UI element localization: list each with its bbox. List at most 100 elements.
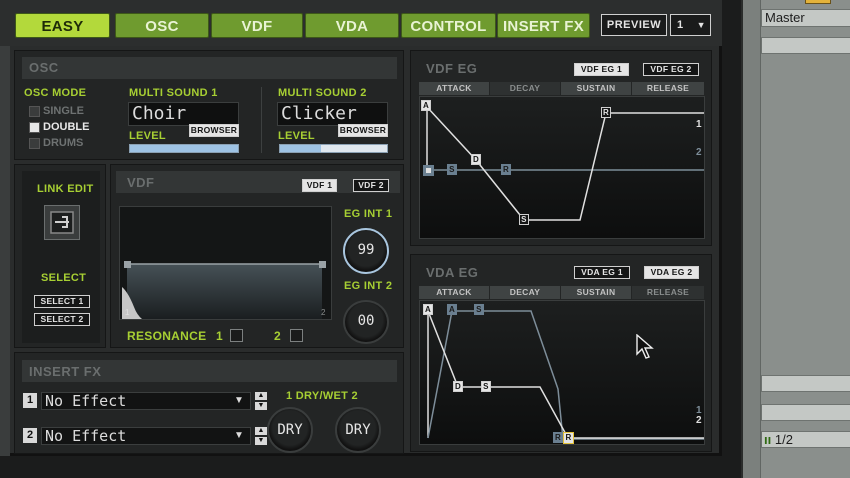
- multi-sound-2-level-fill: [280, 145, 321, 152]
- vda-eg-1-button[interactable]: VDA EG 1: [574, 266, 630, 279]
- chevron-down-icon: ▼: [234, 395, 244, 406]
- dry-wet-1-knob[interactable]: DRY: [267, 407, 313, 453]
- insert-fx-slot-1-number: 1: [23, 393, 37, 408]
- vda-eg-title: VDA EG: [426, 265, 479, 280]
- multi-sound-1-level-fill: [130, 145, 238, 152]
- insert-fx-slot-1: 1 No Effect ▼ ▲ ▼: [23, 392, 273, 410]
- vdf-eg-marker-sustain-2[interactable]: S: [447, 164, 457, 175]
- osc-mode-single-radio[interactable]: [29, 106, 40, 117]
- eg-int-1-knob[interactable]: 99: [343, 228, 389, 274]
- vdf-eg-sustain-tab[interactable]: SUSTAIN: [561, 82, 631, 95]
- host-track-strip: Master ıı 1/2: [741, 0, 850, 478]
- tab-vdf[interactable]: VDF: [211, 13, 303, 38]
- mouse-cursor-icon: [636, 334, 654, 359]
- vda-eg-marker-attack-2[interactable]: A: [447, 304, 457, 315]
- tab-easy[interactable]: EASY: [15, 13, 110, 38]
- resonance-2-label: 2: [274, 329, 281, 343]
- tab-vda[interactable]: VDA: [305, 13, 399, 38]
- insert-fx-panel: INSERT FX 1 No Effect ▼ ▲ ▼ 2 No Effect …: [14, 352, 404, 454]
- vdf-graph-label-1: 1: [125, 308, 130, 317]
- vdf-eg-graph[interactable]: A D S R S R 1 2: [419, 96, 705, 239]
- vda-eg-marker-release[interactable]: R: [563, 432, 574, 444]
- vdf-eg-marker-attack[interactable]: A: [421, 100, 431, 111]
- multi-sound-1-display[interactable]: Choir: [128, 102, 239, 126]
- vdf-1-button[interactable]: VDF 1: [302, 179, 337, 192]
- vdf-eg-1-button[interactable]: VDF EG 1: [574, 63, 629, 76]
- vdf-eg-marker-release-2[interactable]: R: [501, 164, 511, 175]
- insert-fx-slot-2-down-icon[interactable]: ▼: [255, 437, 267, 445]
- vdf-eg-marker-decay[interactable]: D: [471, 154, 481, 165]
- vdf-filter-graph[interactable]: 1 2: [119, 206, 332, 320]
- vdf-eg-release-tab[interactable]: RELEASE: [632, 82, 704, 95]
- host-counter-icon: ıı: [764, 432, 772, 447]
- link-edit-label: LINK EDIT: [37, 183, 94, 195]
- vdf-eg-envelope: [423, 106, 704, 221]
- vda-eg-marker-sustain[interactable]: S: [481, 381, 491, 392]
- dry-wet-label: 1 DRY/WET 2: [286, 390, 358, 402]
- multi-sound-2-label: MULTI SOUND 2: [278, 87, 367, 99]
- vdf-panel: VDF VDF 1 VDF 2 1 2 EG INT 1 99 EG INT 2…: [110, 164, 404, 348]
- vdf-eg-marker-sustain[interactable]: S: [519, 214, 529, 225]
- insert-fx-slot-2: 2 No Effect ▼ ▲ ▼: [23, 427, 273, 445]
- insert-fx-slot-1-up-icon[interactable]: ▲: [255, 392, 267, 400]
- vda-eg-sustain-tab[interactable]: SUSTAIN: [561, 286, 631, 299]
- insert-fx-slot-2-select[interactable]: No Effect: [41, 427, 251, 445]
- chevron-down-icon: ▼: [696, 20, 706, 30]
- eg-int-1-value: 99: [357, 242, 375, 258]
- tab-bar: EASY OSC VDF VDA CONTROL INSERT FX PREVI…: [0, 0, 722, 46]
- vda-eg-release-tab[interactable]: RELEASE: [632, 286, 704, 299]
- vdf-eg-decay-tab[interactable]: DECAY: [490, 82, 560, 95]
- vdf-2-button[interactable]: VDF 2: [353, 179, 389, 192]
- dry-wet-2-knob[interactable]: DRY: [335, 407, 381, 453]
- tab-insert-fx[interactable]: INSERT FX: [497, 13, 590, 38]
- osc-mode-drums-radio[interactable]: [29, 138, 40, 149]
- resonance-1-label: 1: [216, 329, 223, 343]
- osc-mode-double-label: DOUBLE: [43, 121, 90, 133]
- host-track-name[interactable]: Master: [761, 9, 850, 27]
- host-record-indicator[interactable]: [805, 0, 831, 4]
- vda-eg-marker-sustain-2[interactable]: S: [474, 304, 484, 315]
- vda-eg-graph[interactable]: A A S D S R R 1 2: [419, 300, 705, 445]
- left-edge-strip: [0, 46, 10, 456]
- preview-button[interactable]: PREVIEW: [601, 14, 667, 36]
- vda-eg-2-button[interactable]: VDA EG 2: [644, 266, 699, 279]
- osc-mode-label: OSC MODE: [24, 87, 87, 99]
- host-counter[interactable]: ıı 1/2: [761, 431, 850, 448]
- insert-fx-slot-1-down-icon[interactable]: ▼: [255, 402, 267, 410]
- vda-eg-marker-attack[interactable]: A: [423, 304, 433, 315]
- select-1-button[interactable]: SELECT 1: [34, 295, 90, 308]
- program-select[interactable]: 1 ▼: [670, 14, 711, 36]
- vda-eg-marker-release-2[interactable]: R: [553, 432, 563, 443]
- osc-mode-double-radio[interactable]: [29, 122, 40, 133]
- resonance-label: RESONANCE: [127, 329, 207, 343]
- multi-sound-2-level-slider[interactable]: [279, 144, 388, 153]
- vdf-eg-marker-release[interactable]: R: [601, 107, 611, 118]
- host-input-slot[interactable]: [761, 37, 850, 54]
- plugin-window: EASY OSC VDF VDA CONTROL INSERT FX PREVI…: [0, 0, 722, 456]
- multi-sound-2-browser-button[interactable]: BROWSER: [338, 124, 388, 137]
- select-2-button[interactable]: SELECT 2: [34, 313, 90, 326]
- chevron-down-icon: ▼: [234, 430, 244, 441]
- eg-int-2-knob[interactable]: 00: [343, 300, 389, 344]
- vdf-eg-2-button[interactable]: VDF EG 2: [643, 63, 699, 76]
- resonance-2-button[interactable]: [290, 329, 303, 342]
- insert-fx-slot-1-select[interactable]: No Effect: [41, 392, 251, 410]
- multi-sound-1-level-slider[interactable]: [129, 144, 239, 153]
- host-slot-a[interactable]: [761, 375, 850, 392]
- resonance-1-button[interactable]: [230, 329, 243, 342]
- vdf-eg-attack-tab[interactable]: ATTACK: [419, 82, 489, 95]
- eg-int-2-value: 00: [357, 313, 375, 329]
- insert-fx-slot-2-up-icon[interactable]: ▲: [255, 427, 267, 435]
- osc-panel: OSC OSC MODE SINGLE DOUBLE DRUMS MULTI S…: [14, 50, 404, 160]
- link-edit-button[interactable]: [44, 205, 80, 240]
- multi-sound-1-browser-button[interactable]: BROWSER: [189, 124, 239, 137]
- tab-control[interactable]: CONTROL: [401, 13, 496, 38]
- vda-eg-decay-tab[interactable]: DECAY: [490, 286, 560, 299]
- multi-sound-1-label: MULTI SOUND 1: [129, 87, 218, 99]
- vda-eg-marker-decay[interactable]: D: [453, 381, 463, 392]
- tab-osc[interactable]: OSC: [115, 13, 209, 38]
- vda-eg-attack-tab[interactable]: ATTACK: [419, 286, 489, 299]
- vda-eg-panel: VDA EG VDA EG 1 VDA EG 2 ATTACK DECAY SU…: [410, 254, 712, 452]
- multi-sound-2-display[interactable]: Clicker: [277, 102, 388, 126]
- host-slot-b[interactable]: [761, 404, 850, 421]
